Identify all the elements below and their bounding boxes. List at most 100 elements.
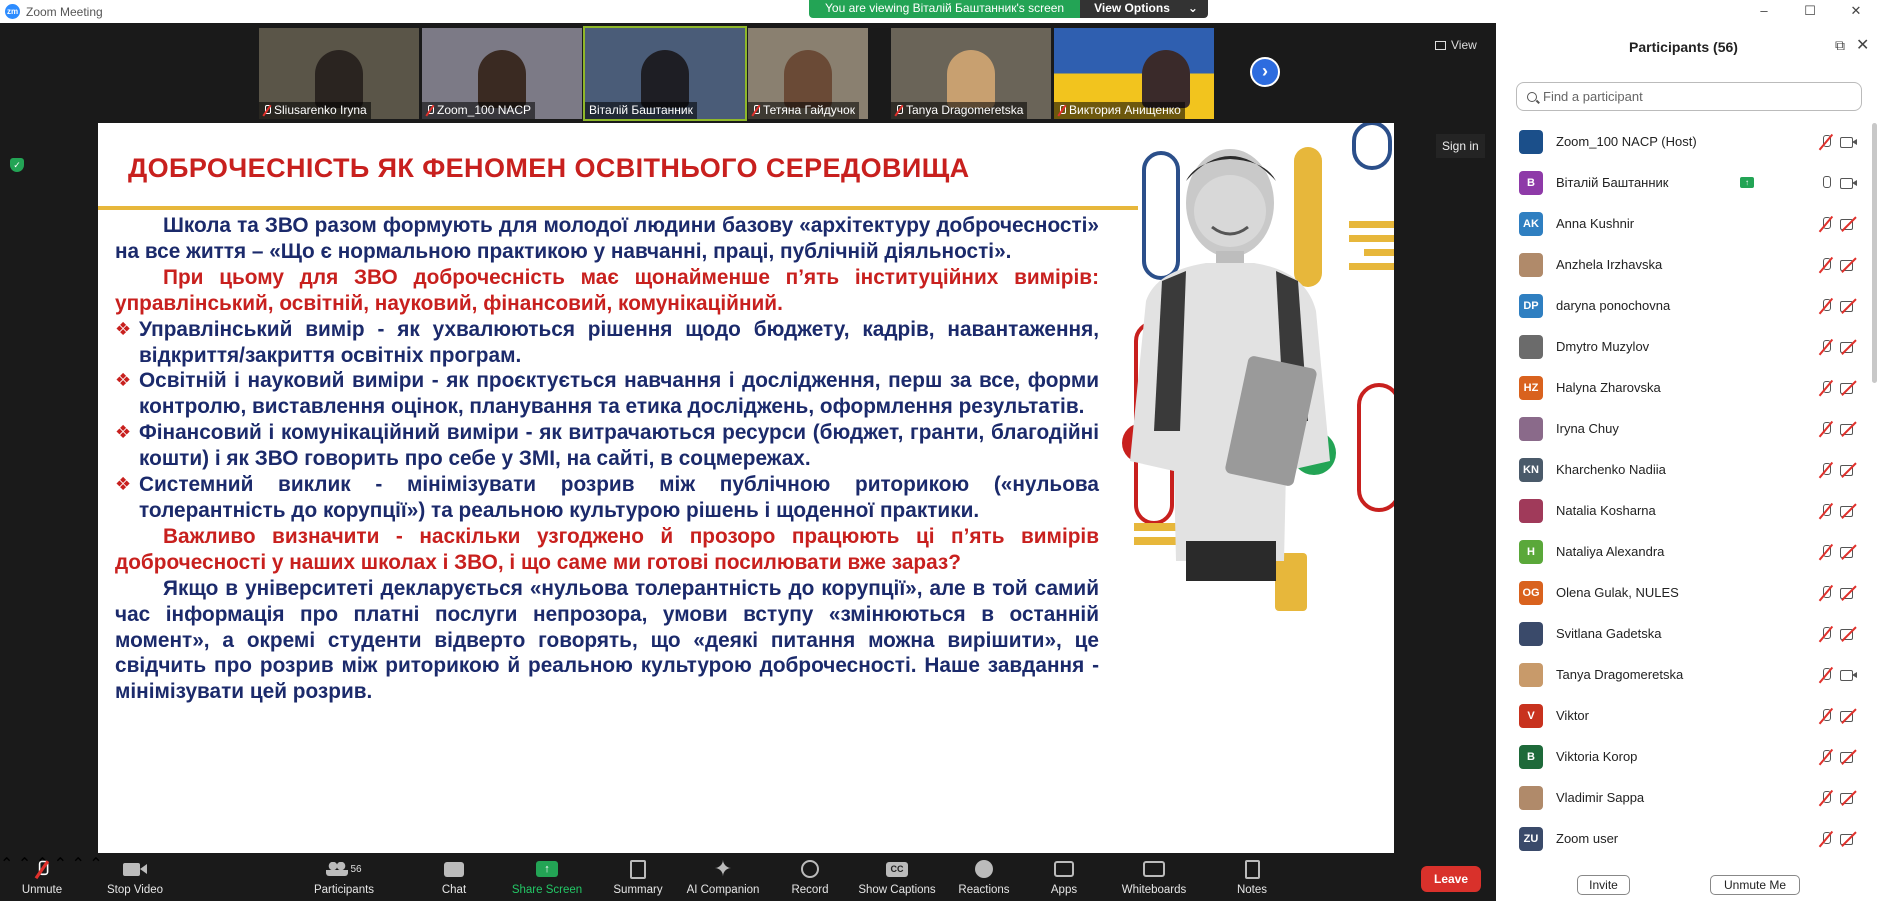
view-button[interactable]: View [1435, 38, 1477, 52]
reactions-button[interactable]: Reactions [956, 858, 1012, 896]
avatar: ZU [1519, 826, 1543, 851]
participant-row[interactable]: ZU Zoom user [1496, 818, 1874, 859]
avatar: В [1519, 170, 1543, 195]
video-off-icon [1840, 833, 1858, 845]
participant-row[interactable]: KN Kharchenko Nadiia [1496, 449, 1874, 490]
slide-title: ДОБРОЧЕСНІСТЬ ЯК ФЕНОМЕН ОСВІТНЬОГО СЕРЕ… [128, 153, 970, 183]
avatar: H [1519, 539, 1543, 564]
participant-video [947, 50, 995, 108]
mic-muted-icon [1819, 585, 1833, 601]
participant-row[interactable]: DP daryna ponochovna [1496, 285, 1874, 326]
participant-row[interactable]: Zoom_100 NACP (Host) [1496, 121, 1874, 162]
maximize-button[interactable]: ☐ [1787, 0, 1833, 23]
stop-video-button[interactable]: Stop Video [102, 858, 168, 896]
video-thumbnail[interactable]: Тетяна Гайдучок [748, 28, 868, 119]
avatar [1519, 498, 1543, 523]
ai-companion-button[interactable]: ✦ AI Companion [683, 856, 763, 896]
mic-muted-icon [1819, 257, 1833, 273]
participant-row[interactable]: Dmytro Muzylov [1496, 326, 1874, 367]
video-off-icon [1840, 628, 1858, 640]
participant-name: Kharchenko Nadiia [1556, 462, 1666, 477]
close-window-button[interactable]: ✕ [1833, 0, 1879, 23]
video-thumbnail[interactable]: Sliusarenko Iryna [259, 28, 419, 119]
participant-search[interactable] [1516, 82, 1862, 111]
notes-button[interactable]: Notes [1235, 858, 1269, 896]
sign-in-button[interactable]: Sign in [1436, 134, 1485, 158]
video-off-icon [1840, 259, 1858, 271]
avatar [1519, 129, 1543, 154]
captions-chevron-icon[interactable]: ⌃ [89, 856, 102, 873]
invite-button[interactable]: Invite [1577, 875, 1630, 895]
participant-row[interactable]: H Nataliya Alexandra [1496, 531, 1874, 572]
viewing-message: You are viewing Віталій Баштанник's scre… [809, 0, 1081, 18]
video-camera-icon [102, 858, 168, 880]
participants-button[interactable]: 56 Participants [310, 858, 378, 896]
avatar: DP [1519, 293, 1543, 318]
participant-row[interactable]: Svitlana Gadetska [1496, 613, 1874, 654]
show-captions-button[interactable]: CC Show Captions [856, 858, 938, 896]
participant-row[interactable]: Tanya Dragomeretska [1496, 654, 1874, 695]
panel-title: Participants (56) [1629, 39, 1738, 55]
bullet-text: Фінансовий і комунікаційний виміри - як … [139, 421, 1099, 471]
mic-muted-icon [1819, 380, 1833, 396]
participant-row[interactable]: В Віталій Баштанник ↑ [1496, 162, 1874, 203]
participant-row[interactable]: Anzhela Irzhavska [1496, 244, 1874, 285]
thumbnail-name: Віталій Баштанник [589, 103, 693, 117]
participant-name: Natalia Kosharna [1556, 503, 1656, 518]
leave-button[interactable]: Leave [1421, 866, 1481, 892]
audio-options-chevron-icon[interactable]: ⌃ [0, 856, 13, 873]
participant-row[interactable]: V Viktor [1496, 695, 1874, 736]
participant-row[interactable]: HZ Halyna Zharovska [1496, 367, 1874, 408]
chat-button[interactable]: Chat [437, 858, 471, 896]
participant-video [1142, 50, 1190, 108]
avatar: AK [1519, 211, 1543, 236]
video-thumbnail[interactable]: Tanya Dragomeretska [891, 28, 1051, 119]
record-icon [788, 858, 832, 880]
summary-button[interactable]: Summary [612, 858, 664, 896]
stop-video-label: Stop Video [106, 884, 164, 896]
participant-list-scrollbar[interactable] [1872, 123, 1877, 383]
participant-row[interactable]: B Viktoria Korop [1496, 736, 1874, 777]
sparkle-icon: ✦ [713, 856, 733, 881]
participant-row[interactable]: Iryna Chuy [1496, 408, 1874, 449]
unmute-button[interactable]: Unmute [18, 858, 66, 896]
share-screen-chevron-icon[interactable]: ⌃ [71, 856, 84, 873]
unmute-me-button[interactable]: Unmute Me [1710, 875, 1800, 895]
bullet-text: Освітній і науковий виміри - як проєктує… [139, 369, 1099, 419]
participant-status-icons [1740, 829, 1853, 849]
participant-row[interactable]: Natalia Kosharna [1496, 490, 1874, 531]
whiteboards-button[interactable]: Whiteboards [1119, 858, 1189, 896]
mic-muted-icon [1819, 708, 1833, 724]
title-underline [98, 206, 1138, 210]
screen-sharing-icon: ↑ [1740, 176, 1754, 188]
participant-status-icons [1740, 255, 1853, 275]
participant-row[interactable]: AK Anna Kushnir [1496, 203, 1874, 244]
next-page-arrow-icon[interactable]: › [1250, 57, 1280, 87]
close-icon[interactable]: ✕ [1856, 35, 1869, 55]
mic-muted-icon [1819, 339, 1833, 355]
minimize-button[interactable]: – [1741, 0, 1787, 23]
thumbnail-label: Тетяна Гайдучок [748, 102, 859, 119]
participant-status-icons [1740, 296, 1853, 316]
video-thumbnail[interactable]: Zoom_100 NACP [422, 28, 582, 119]
apps-button[interactable]: Apps [1049, 858, 1079, 896]
slide-bullet: ❖ Системний виклик - мінімізувати розрив … [115, 472, 1099, 524]
participant-name: daryna ponochovna [1556, 298, 1671, 313]
video-thumbnail[interactable]: Виктория Анищенко [1054, 28, 1214, 119]
mic-muted-icon [1819, 626, 1833, 642]
participants-label: Participants [313, 884, 375, 896]
video-thumbnail-active-speaker[interactable]: Віталій Баштанник [583, 26, 747, 121]
record-button[interactable]: Record [788, 858, 832, 896]
video-off-icon [1840, 751, 1858, 763]
view-options-button[interactable]: View Options ⌄ [1080, 0, 1208, 18]
participant-row[interactable]: Vladimir Sappa [1496, 777, 1874, 818]
popout-icon[interactable]: ⧉ [1835, 37, 1845, 54]
thumbnail-label: Tanya Dragomeretska [891, 102, 1028, 119]
video-off-icon [1840, 792, 1858, 804]
encryption-shield-icon[interactable]: ✓ [10, 158, 24, 172]
search-input[interactable] [1543, 89, 1843, 104]
share-screen-button[interactable]: ↑ Share Screen [510, 858, 584, 896]
viewing-banner: You are viewing Віталій Баштанник's scre… [809, 0, 1208, 18]
participant-row[interactable]: OG Olena Gulak, NULES [1496, 572, 1874, 613]
notes-label: Notes [1236, 884, 1268, 896]
